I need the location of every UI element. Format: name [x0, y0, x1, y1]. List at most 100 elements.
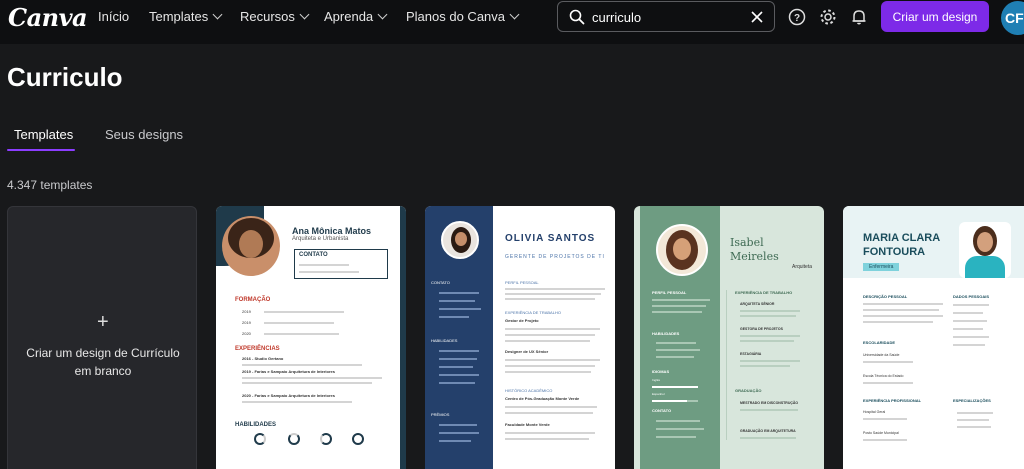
- nav-templates[interactable]: Templates: [149, 9, 223, 24]
- tpl4-section: DESCRIÇÃO PESSOAL: [863, 294, 908, 299]
- tpl3-job: ESTAGIÁRIA: [740, 352, 762, 356]
- tpl3-name-2: Meireles: [730, 250, 779, 263]
- tpl2-side-heading: HABILIDADES: [431, 338, 458, 343]
- tpl1-section-formacao: FORMAÇÃO: [235, 297, 271, 303]
- tpl1-section-experiencias: EXPERIÊNCIAS: [235, 346, 280, 352]
- tpl3-role: Arquiteta: [792, 264, 813, 270]
- tpl3-lang: Inglês: [652, 378, 661, 382]
- nav-planos[interactable]: Planos do Canva: [406, 9, 520, 24]
- tpl3-name-1: Isabel: [730, 236, 764, 249]
- lang-bar-english: [652, 386, 698, 388]
- tpl2-role: GERENTE DE PROJETOS DE TI: [505, 254, 605, 260]
- lang-bar-spanish-fill: [652, 400, 687, 402]
- tpl2-job: Gestor de Projeto: [505, 318, 539, 323]
- tpl3-job: GRADUAÇÃO EM ARQUITETURA: [740, 429, 796, 433]
- blank-design-card[interactable]: + Criar um design de Currículo em branco: [7, 206, 197, 469]
- tpl4-right-heading: DADOS PESSOAIS: [953, 294, 990, 299]
- tpl4-name-2: FONTOURA: [863, 246, 926, 258]
- nav-recursos[interactable]: Recursos: [240, 9, 310, 24]
- tab-seus-designs[interactable]: Seus designs: [105, 127, 183, 142]
- chevron-down-icon: [299, 9, 310, 20]
- chevron-down-icon: [212, 9, 223, 20]
- tpl3-section: GRADUAÇÃO: [735, 388, 762, 393]
- tpl3-lang: Espanhol: [652, 392, 665, 396]
- template-card-olivia[interactable]: OLIVIA SANTOS GERENTE DE PROJETOS DE TI …: [425, 206, 615, 469]
- tpl2-section: PERFIL PESSOAL: [505, 280, 539, 285]
- active-tab-indicator: [7, 149, 75, 151]
- template-card-isabel[interactable]: Isabel Meireles Arquiteta PERFIL PESSOAL…: [634, 206, 824, 469]
- help-icon[interactable]: ?: [787, 7, 807, 27]
- tpl4-school: Hospital Geral: [863, 410, 886, 414]
- nav-inicio-label: Início: [98, 9, 130, 24]
- tpl3-job: ARQUITETA SÊNIOR: [740, 302, 775, 306]
- bell-icon[interactable]: [849, 7, 869, 27]
- tpl1-role: Arquiteta e Urbanista: [292, 236, 349, 242]
- nav-inicio[interactable]: Início: [98, 9, 129, 24]
- tpl2-section: EXPERIÊNCIA DE TRABALHO: [505, 310, 561, 315]
- tpl4-right-heading: ESPECIALIZAÇÕES: [953, 398, 991, 403]
- create-design-button[interactable]: Criar um design: [881, 1, 989, 32]
- template-card-maria[interactable]: MARIA CLARA FONTOURA Enfermeira DESCRIÇÃ…: [843, 206, 1024, 469]
- search-box[interactable]: [557, 1, 775, 32]
- tpl2-name: OLIVIA SANTOS: [505, 233, 596, 244]
- canva-logo[interactable]: Canva: [8, 3, 88, 32]
- decor-stripe: [400, 206, 406, 469]
- skill-ring: [288, 433, 300, 445]
- svg-text:?: ?: [794, 13, 800, 24]
- tpl1-section-habilidades: HABILIDADES: [235, 422, 277, 428]
- timeline-line: [726, 290, 727, 440]
- tpl4-section: ESCOLARIDADE: [863, 340, 896, 345]
- tpl4-section: EXPERIÊNCIA PROFISSIONAL: [863, 398, 922, 403]
- tpl4-school: Escola Técnica do Estado: [863, 374, 904, 378]
- search-icon: [569, 9, 585, 25]
- nav-aprenda[interactable]: Aprenda: [324, 9, 388, 24]
- tpl2-section: HISTÓRICO ACADÊMICO: [505, 388, 553, 393]
- skill-ring: [320, 433, 332, 445]
- tpl1-name: Ana Mônica Matos: [292, 226, 372, 236]
- template-card-ana[interactable]: Ana Mônica Matos Arquiteta e Urbanista C…: [216, 206, 406, 469]
- nav-templates-label: Templates: [149, 9, 209, 24]
- tpl1-exp: 2016 - Studio Gertano: [242, 356, 284, 361]
- chevron-down-icon: [377, 9, 388, 20]
- tpl3-side-heading: PERFIL PESSOAL: [652, 290, 687, 295]
- tpl3-job: MESTRADO EM DISCONSTRUÇÃO: [740, 401, 799, 405]
- skill-ring: [254, 433, 266, 445]
- tpl1-year: 2019: [242, 309, 251, 314]
- tpl2-side-heading: PRÊMIOS: [431, 412, 450, 417]
- tpl4-role: Enfermeira: [863, 263, 900, 271]
- tpl1-contact-heading: CONTATO: [299, 252, 328, 258]
- tpl2-job: Centro de Pós-Graduação Monte Verde: [505, 396, 580, 401]
- tpl3-section: EXPERIÊNCIA DE TRABALHO: [735, 290, 793, 295]
- tpl2-job: Designer de UX Sênior: [505, 349, 549, 354]
- tpl3-side-heading: IDIOMAS: [652, 369, 670, 374]
- tpl1-year: 2020: [242, 331, 251, 336]
- nav-recursos-label: Recursos: [240, 9, 295, 24]
- tpl2-job: Faculdade Monte Verde: [505, 422, 550, 427]
- tpl4-name-1: MARIA CLARA: [863, 232, 941, 244]
- tpl4-school: Universidade da Saúde: [863, 353, 900, 357]
- nav-aprenda-label: Aprenda: [324, 9, 374, 24]
- tpl1-exp: 2020 - Farias e Sampaio Arquitetura de I…: [242, 393, 335, 398]
- lang-bar-spanish-track: [652, 400, 698, 402]
- gear-icon[interactable]: [818, 7, 838, 27]
- tab-templates[interactable]: Templates: [14, 127, 73, 142]
- blank-design-label: Criar um design de Currículo em branco: [26, 346, 180, 378]
- plus-icon: +: [97, 311, 109, 333]
- contact-box: CONTATO: [294, 249, 388, 279]
- avatar[interactable]: CF: [1001, 1, 1024, 35]
- profile-photo: [222, 216, 280, 276]
- tpl1-exp: 2019 - Farias e Sampaio Arquitetura de I…: [242, 369, 335, 374]
- page-title: Curriculo: [7, 62, 123, 92]
- nav-planos-label: Planos do Canva: [406, 9, 506, 24]
- clear-icon[interactable]: [751, 11, 763, 23]
- profile-photo: [959, 222, 1011, 278]
- tpl1-year: 2019: [242, 320, 251, 325]
- tpl3-side-heading: HABILIDADES: [652, 331, 680, 336]
- top-nav: Canva Início Templates Recursos Aprenda …: [0, 0, 1024, 44]
- tpl3-side-heading: CONTATO: [652, 408, 672, 413]
- tpl3-job: GESTORA DE PROJETOS: [740, 327, 783, 331]
- template-count: 4.347 templates: [7, 178, 93, 192]
- tpl4-school: Posto Saúde Municipal: [863, 431, 899, 435]
- search-input[interactable]: [592, 8, 742, 26]
- tpl2-side-heading: CONTATO: [431, 280, 450, 285]
